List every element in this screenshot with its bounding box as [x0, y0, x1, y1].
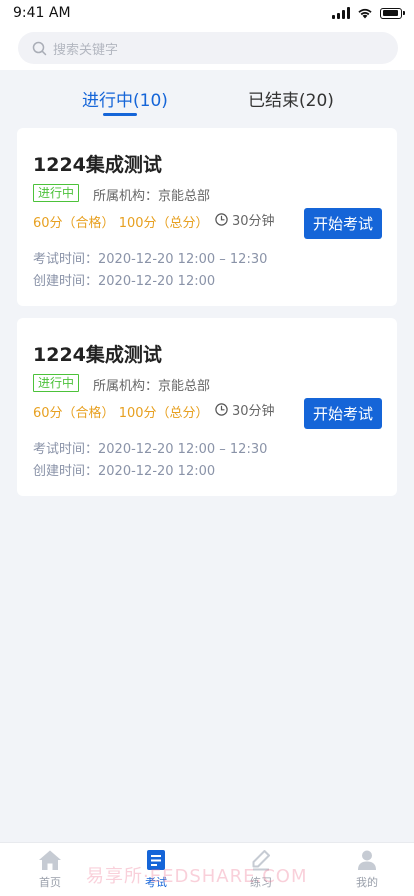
total-score: 100分（总分）	[118, 406, 209, 421]
created-time: 创建时间：2020-12-20 12:00	[33, 464, 216, 479]
exam-duration: 30分钟	[215, 400, 275, 419]
nav-home[interactable]: 首页	[20, 849, 80, 893]
nav-label: 首页	[39, 876, 61, 889]
exam-duration: 30分钟	[215, 210, 275, 229]
exam-time: 考试时间：2020-12-20 12:00 – 12:30	[33, 442, 268, 457]
exam-scores: 60分（合格） 100分（总分）	[33, 402, 209, 421]
exam-scores: 60分（合格） 100分（总分）	[33, 212, 209, 231]
search-icon	[32, 41, 47, 55]
start-exam-button[interactable]: 开始考试	[304, 208, 382, 239]
exam-org: 所属机构：京能总部	[93, 189, 211, 204]
duration-text: 30分钟	[232, 214, 275, 229]
total-score: 100分（总分）	[118, 216, 209, 231]
pass-score: 60分（合格）	[33, 216, 115, 231]
pass-score: 60分（合格）	[33, 406, 115, 421]
nav-label: 我的	[356, 876, 378, 889]
search-placeholder: 搜索关键字	[53, 42, 119, 58]
status-bar: 9:41 AM	[0, 0, 414, 28]
created-time: 创建时间：2020-12-20 12:00	[33, 274, 216, 289]
exam-card[interactable]: 1224集成测试 进行中 所属机构：京能总部 60分（合格） 100分（总分） …	[17, 128, 397, 306]
exam-card[interactable]: 1224集成测试 进行中 所属机构：京能总部 60分（合格） 100分（总分） …	[17, 318, 397, 496]
tab-underline	[103, 113, 137, 116]
wifi-icon	[358, 8, 372, 19]
start-exam-button[interactable]: 开始考试	[304, 398, 382, 429]
exam-title: 1224集成测试	[33, 154, 162, 176]
exam-time: 考试时间：2020-12-20 12:00 – 12:30	[33, 252, 268, 267]
nav-profile[interactable]: 我的	[337, 849, 397, 893]
battery-icon	[380, 7, 405, 19]
home-icon	[39, 850, 61, 870]
tab-in-progress[interactable]: 进行中(10)	[82, 86, 168, 111]
header: 搜索关键字	[0, 28, 414, 70]
status-badge: 进行中	[33, 184, 80, 202]
tab-finished[interactable]: 已结束(20)	[248, 86, 334, 111]
signal-icon	[332, 7, 350, 19]
tab-bar: 进行中(10) 已结束(20)	[0, 78, 414, 118]
status-time: 9:41 AM	[13, 5, 71, 21]
search-input[interactable]: 搜索关键字	[18, 32, 398, 64]
clock-icon	[215, 213, 228, 226]
duration-text: 30分钟	[232, 404, 275, 419]
status-icons	[332, 6, 405, 20]
watermark: 易享所·EEDSHARE.COM	[86, 866, 308, 887]
exam-org: 所属机构：京能总部	[93, 379, 211, 394]
exam-title: 1224集成测试	[33, 344, 162, 366]
clock-icon	[215, 403, 228, 416]
status-badge: 进行中	[33, 374, 80, 392]
profile-icon	[358, 850, 376, 870]
